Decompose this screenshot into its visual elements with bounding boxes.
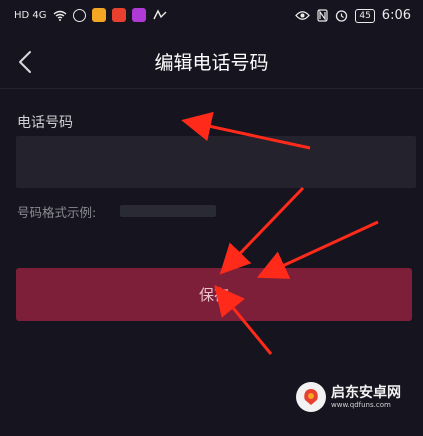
watermark-name: 启东安卓网 (331, 385, 401, 401)
watermark-logo-icon (296, 382, 326, 412)
watermark: 启东安卓网 www.qdfuns.com (296, 382, 401, 412)
annotation-arrow (256, 220, 379, 279)
annotation-arrow (214, 285, 273, 355)
annotation-arrow (219, 186, 305, 275)
annotation-arrows (181, 111, 379, 355)
annotation-arrow (181, 111, 311, 150)
watermark-url: www.qdfuns.com (331, 401, 391, 409)
